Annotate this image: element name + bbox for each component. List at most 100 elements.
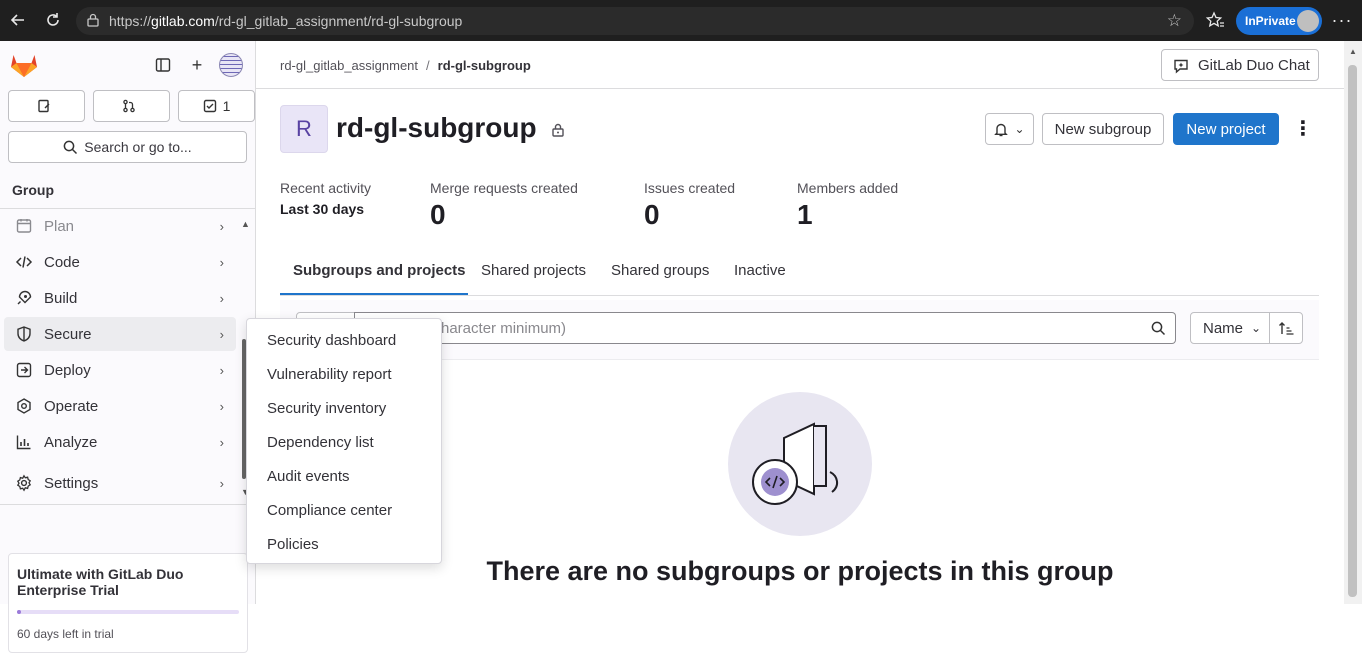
flyout-item-dependency-list[interactable]: Dependency list bbox=[267, 434, 374, 451]
sidebar-item-settings[interactable]: Settings › bbox=[4, 466, 236, 500]
profile-avatar bbox=[1297, 10, 1319, 32]
sidebar: + 1 Search or go to... Group ▲ Plan › Co… bbox=[0, 41, 256, 653]
new-subgroup-button[interactable]: New subgroup bbox=[1042, 113, 1164, 145]
code-icon bbox=[15, 256, 33, 268]
more-actions-kebab-icon[interactable]: ⋮ bbox=[1293, 117, 1313, 141]
megaphone-code-icon bbox=[752, 422, 838, 505]
browser-toolbar: https://gitlab.com/rd-gl_gitlab_assignme… bbox=[0, 0, 1362, 41]
search-label: Search or go to... bbox=[84, 139, 192, 155]
issues-counter-button[interactable] bbox=[8, 90, 85, 122]
gitlab-duo-chat-button[interactable]: GitLab Duo Chat bbox=[1161, 49, 1319, 81]
plan-icon bbox=[16, 219, 32, 233]
issues-icon bbox=[37, 99, 49, 113]
sidebar-item-operate[interactable]: Operate › bbox=[4, 389, 236, 423]
back-arrow-icon[interactable] bbox=[6, 8, 30, 32]
breadcrumb-current[interactable]: rd-gl-subgroup bbox=[438, 58, 531, 73]
search-or-go-to-button[interactable]: Search or go to... bbox=[8, 131, 247, 163]
flyout-item-policies[interactable]: Policies bbox=[267, 536, 319, 553]
merge-requests-counter-button[interactable] bbox=[93, 90, 170, 122]
gitlab-logo-icon[interactable] bbox=[10, 52, 38, 78]
trial-title: Ultimate with GitLab Duo Enterprise Tria… bbox=[17, 566, 184, 598]
stat-value: 0 bbox=[644, 199, 660, 230]
favorites-icon[interactable] bbox=[1203, 8, 1227, 32]
chevron-right-icon: › bbox=[219, 362, 224, 378]
todos-counter-button[interactable]: 1 bbox=[178, 90, 255, 122]
create-new-plus-icon[interactable]: + bbox=[185, 53, 209, 77]
inprivate-badge[interactable]: InPrivate bbox=[1236, 7, 1322, 35]
breadcrumb-parent-link[interactable]: rd-gl_gitlab_assignment bbox=[280, 58, 418, 73]
flyout-item-audit-events[interactable]: Audit events bbox=[267, 468, 350, 485]
duo-chat-icon bbox=[1174, 59, 1188, 74]
deploy-icon bbox=[16, 362, 32, 378]
scroll-up-arrow-icon[interactable]: ▲ bbox=[1349, 47, 1357, 56]
duo-chat-label: GitLab Duo Chat bbox=[1198, 56, 1310, 74]
stat-period[interactable]: Last 30 days bbox=[280, 201, 371, 217]
empty-state-illustration bbox=[728, 392, 872, 536]
sidebar-divider bbox=[0, 504, 255, 505]
address-bar[interactable]: https://gitlab.com/rd-gl_gitlab_assignme… bbox=[76, 7, 1194, 35]
sort-ascending-icon bbox=[1279, 322, 1294, 335]
user-avatar[interactable] bbox=[219, 53, 243, 77]
tab-subgroups-and-projects[interactable]: Subgroups and projects bbox=[293, 262, 466, 279]
sidebar-item-analyze[interactable]: Analyze › bbox=[4, 425, 236, 459]
operate-icon bbox=[17, 398, 31, 414]
favorite-star-icon[interactable]: ☆ bbox=[1167, 11, 1182, 31]
chevron-down-icon: ⌄ bbox=[1251, 321, 1262, 335]
sidebar-item-secure[interactable]: Secure › bbox=[4, 317, 236, 351]
sidebar-scroll-up-icon[interactable]: ▲ bbox=[241, 219, 250, 229]
flyout-item-vulnerability-report[interactable]: Vulnerability report bbox=[267, 366, 392, 383]
stat-merge-requests: Merge requests created 0 bbox=[430, 180, 578, 231]
chevron-right-icon: › bbox=[219, 398, 224, 414]
stat-members: Members added 1 bbox=[797, 180, 898, 231]
sidebar-toggle-icon[interactable] bbox=[151, 53, 175, 77]
sort-dropdown-button[interactable]: Name ⌄ bbox=[1190, 312, 1270, 344]
sort-direction-button[interactable] bbox=[1269, 312, 1303, 344]
breadcrumb-separator: / bbox=[426, 58, 430, 73]
flyout-item-compliance-center[interactable]: Compliance center bbox=[267, 502, 392, 519]
refresh-icon[interactable] bbox=[41, 8, 65, 32]
tab-inactive[interactable]: Inactive bbox=[734, 262, 786, 279]
trial-progress-bar bbox=[17, 610, 239, 614]
stat-value: 1 bbox=[797, 199, 813, 230]
flyout-item-security-inventory[interactable]: Security inventory bbox=[267, 400, 386, 417]
trial-widget[interactable]: Ultimate with GitLab Duo Enterprise Tria… bbox=[8, 553, 248, 653]
sidebar-item-label: Build bbox=[44, 289, 78, 307]
sidebar-item-plan[interactable]: Plan › bbox=[4, 209, 236, 243]
private-lock-icon bbox=[552, 123, 564, 137]
more-options-icon[interactable]: ··· bbox=[1330, 8, 1354, 32]
todos-count: 1 bbox=[222, 98, 231, 114]
bell-icon bbox=[994, 123, 1009, 136]
sidebar-top: + bbox=[0, 41, 256, 87]
sidebar-item-code[interactable]: Code › bbox=[4, 245, 236, 279]
empty-state-title: There are no subgroups or projects in th… bbox=[486, 556, 1114, 586]
chevron-right-icon: › bbox=[219, 290, 224, 306]
page-title: rd-gl-subgroup bbox=[336, 112, 537, 143]
sidebar-item-build[interactable]: Build › bbox=[4, 281, 236, 315]
chevron-right-icon: › bbox=[219, 218, 224, 234]
filter-search-button[interactable] bbox=[1142, 312, 1176, 344]
page-scrollbar[interactable]: ▲ bbox=[1344, 41, 1362, 604]
group-avatar: R bbox=[280, 105, 328, 153]
shield-icon bbox=[17, 326, 31, 342]
notifications-dropdown-button[interactable]: ⌄ bbox=[985, 113, 1034, 145]
header-divider bbox=[256, 88, 1344, 89]
sidebar-item-label: Secure bbox=[44, 325, 92, 343]
stat-label: Recent activity bbox=[280, 180, 372, 196]
page-scrollbar-thumb[interactable] bbox=[1348, 65, 1357, 597]
flyout-item-security-dashboard[interactable]: Security dashboard bbox=[267, 332, 396, 349]
sidebar-item-label: Deploy bbox=[44, 361, 91, 379]
todo-icon bbox=[203, 99, 216, 113]
tab-shared-projects[interactable]: Shared projects bbox=[481, 262, 586, 279]
search-icon bbox=[63, 140, 78, 154]
chevron-right-icon: › bbox=[219, 254, 224, 270]
new-project-button[interactable]: New project bbox=[1173, 113, 1279, 145]
tab-shared-groups[interactable]: Shared groups bbox=[611, 262, 709, 279]
breadcrumb: rd-gl_gitlab_assignment / rd-gl-subgroup bbox=[280, 58, 531, 73]
search-filter-input[interactable]: haracter minimum) bbox=[354, 312, 1144, 344]
sort-label: Name bbox=[1203, 319, 1244, 337]
sidebar-item-deploy[interactable]: Deploy › bbox=[4, 353, 236, 387]
sidebar-item-label: Settings bbox=[44, 474, 99, 492]
search-filter-placeholder: haracter minimum) bbox=[441, 319, 567, 337]
chart-icon bbox=[16, 435, 31, 450]
search-icon bbox=[1151, 321, 1166, 335]
